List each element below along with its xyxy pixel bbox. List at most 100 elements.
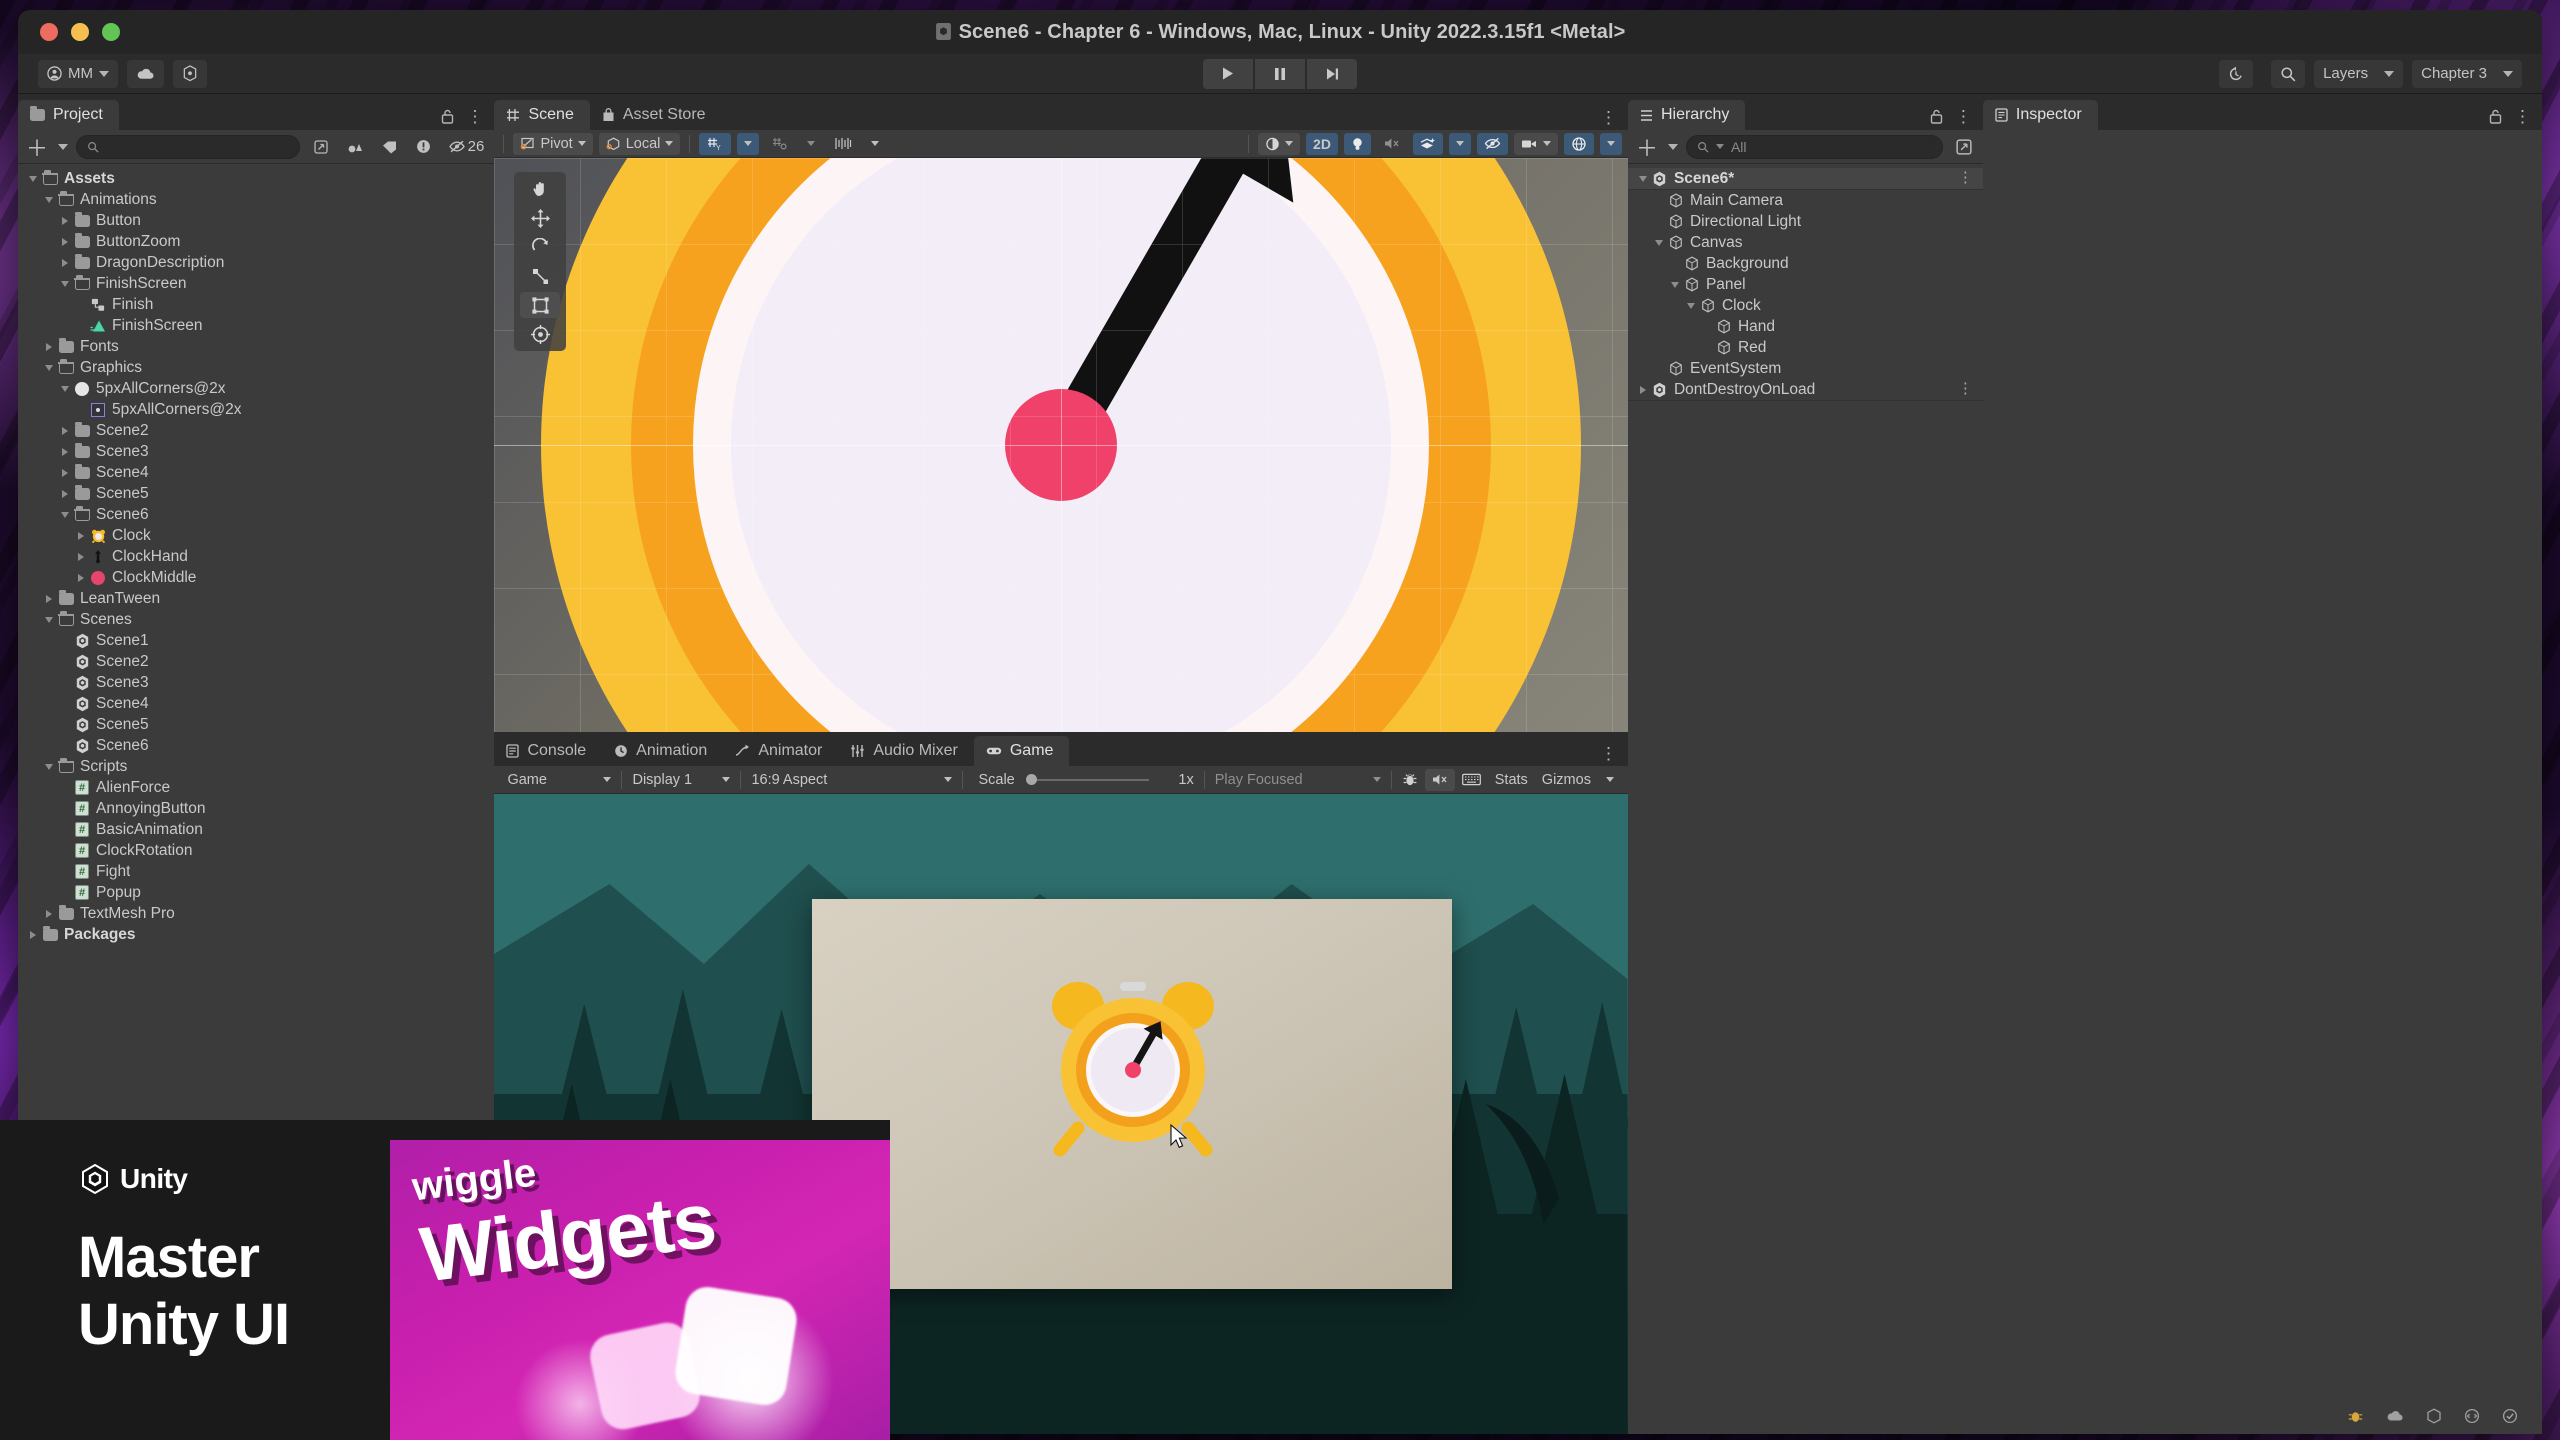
expand-window-icon[interactable] — [1951, 135, 1977, 159]
tree-row[interactable]: Scenes — [18, 609, 494, 630]
tree-row[interactable]: EventSystem — [1628, 358, 1983, 379]
tab-hierarchy[interactable]: Hierarchy — [1627, 100, 1746, 130]
tree-row[interactable]: Packages — [18, 924, 494, 945]
tree-row[interactable]: Scene1 — [18, 630, 494, 651]
account-button[interactable]: MM — [38, 59, 118, 88]
gizmos-toggle[interactable] — [1563, 132, 1594, 155]
tree-row[interactable]: Scene2 — [18, 420, 494, 441]
tree-row[interactable]: Red — [1628, 337, 1983, 358]
search-button[interactable] — [2271, 59, 2306, 88]
step-button[interactable] — [1307, 58, 1357, 89]
tree-row[interactable]: FinishScreen — [18, 315, 494, 336]
kebab-menu-icon[interactable]: ⋮ — [1600, 745, 1618, 762]
tree-row[interactable]: Clock — [1628, 295, 1983, 316]
gizmos-dropdown-game[interactable] — [1598, 769, 1622, 791]
chevron-right-icon[interactable] — [26, 930, 40, 939]
expand-window-icon[interactable] — [308, 135, 334, 159]
tree-row[interactable]: Directional Light — [1628, 211, 1983, 232]
game-target-dropdown[interactable]: Game — [500, 769, 618, 791]
tree-row[interactable]: # AlienForce — [18, 777, 494, 798]
chevron-down-icon[interactable] — [58, 385, 72, 392]
chevron-down-icon[interactable] — [42, 364, 56, 371]
aspect-dropdown[interactable]: 16:9 Aspect — [744, 769, 959, 791]
tree-row[interactable]: Animations — [18, 189, 494, 210]
bug-report-icon[interactable] — [2347, 1408, 2364, 1424]
chevron-down-icon[interactable] — [1652, 239, 1666, 246]
tree-row[interactable]: Scripts — [18, 756, 494, 777]
tree-row[interactable]: Scene4 — [18, 462, 494, 483]
chevron-right-icon[interactable] — [74, 552, 88, 561]
label-filter-icon[interactable] — [376, 135, 402, 159]
chevron-down-icon[interactable] — [42, 616, 56, 623]
tree-row[interactable]: Scene4 — [18, 693, 494, 714]
layout-dropdown[interactable]: Chapter 3 — [2412, 59, 2522, 88]
tree-row[interactable]: Assets — [18, 168, 494, 189]
tree-row[interactable]: Button — [18, 210, 494, 231]
layers-dropdown[interactable]: Layers — [2314, 59, 2404, 88]
tab-game[interactable]: Game — [973, 736, 1070, 766]
rect-tool-icon[interactable] — [520, 292, 561, 318]
hierarchy-add-button[interactable]: ＋ — [1634, 135, 1660, 161]
audio-mute-toggle[interactable] — [1377, 133, 1407, 155]
chevron-down-icon[interactable] — [58, 511, 72, 518]
tree-row[interactable]: Background — [1628, 253, 1983, 274]
pivot-dropdown[interactable]: Pivot — [513, 132, 593, 155]
kebab-menu-icon[interactable]: ⋮ — [2514, 108, 2532, 125]
tree-row[interactable]: DragonDescription — [18, 252, 494, 273]
kebab-menu-icon[interactable]: ⋮ — [1958, 382, 1973, 396]
display-dropdown[interactable]: Display 1 — [625, 769, 737, 791]
tree-row[interactable]: Scene6* ⋮ — [1627, 168, 1983, 189]
kebab-menu-icon[interactable]: ⋮ — [1958, 171, 1973, 185]
project-search-input[interactable] — [76, 134, 301, 159]
chevron-down-icon[interactable] — [58, 143, 68, 150]
tab-project[interactable]: Project — [18, 100, 119, 130]
tree-row[interactable]: Panel — [1628, 274, 1983, 295]
tree-row[interactable]: # Popup — [18, 882, 494, 903]
tree-row[interactable]: Scene3 — [18, 672, 494, 693]
tree-row[interactable]: TextMesh Pro — [18, 903, 494, 924]
tree-row[interactable]: Graphics — [18, 357, 494, 378]
chevron-down-icon[interactable] — [1668, 281, 1682, 288]
hierarchy-search-input[interactable]: All — [1685, 134, 1943, 159]
tree-row[interactable]: # BasicAnimation — [18, 819, 494, 840]
tree-row[interactable]: 5pxAllCorners@2x — [18, 378, 494, 399]
tab-audio-mixer[interactable]: Audio Mixer — [838, 736, 973, 766]
gizmos-dropdown[interactable] — [1599, 132, 1622, 155]
chevron-right-icon[interactable] — [42, 342, 56, 351]
window-traffic-lights[interactable] — [40, 23, 120, 41]
tree-row[interactable]: ClockHand — [18, 546, 494, 567]
chevron-down-icon[interactable] — [42, 196, 56, 203]
game-mute-toggle[interactable] — [1424, 768, 1455, 791]
lock-icon[interactable] — [441, 109, 454, 124]
shading-mode-button[interactable] — [1258, 132, 1301, 155]
tree-row[interactable]: Scene5 — [18, 483, 494, 504]
tab-scene[interactable]: Scene — [494, 100, 590, 130]
chevron-down-icon[interactable] — [42, 763, 56, 770]
chevron-right-icon[interactable] — [58, 489, 72, 498]
chevron-right-icon[interactable] — [74, 531, 88, 540]
tab-animator[interactable]: Animator — [723, 736, 838, 766]
check-status-icon[interactable] — [2502, 1408, 2518, 1424]
chevron-down-icon[interactable] — [1667, 143, 1678, 150]
kebab-menu-icon[interactable]: ⋮ — [1955, 108, 1973, 125]
effects-toggle[interactable] — [1412, 132, 1443, 155]
playmode-controls[interactable] — [1203, 58, 1357, 89]
tab-console[interactable]: Console — [494, 736, 602, 766]
effects-dropdown[interactable] — [1448, 132, 1471, 155]
undo-history-button[interactable] — [2219, 59, 2254, 88]
scene-camera-button[interactable] — [1513, 132, 1558, 155]
play-mode-dropdown[interactable]: Play Focused — [1208, 769, 1388, 791]
scene-view[interactable] — [494, 158, 1628, 732]
tree-row[interactable]: # AnnoyingButton — [18, 798, 494, 819]
code-optimization-icon[interactable] — [2464, 1408, 2480, 1424]
chevron-right-icon[interactable] — [74, 573, 88, 582]
minimize-window-button[interactable] — [71, 23, 89, 41]
grid-size-dropdown[interactable] — [865, 133, 885, 155]
chevron-down-icon[interactable] — [58, 280, 72, 287]
local-space-dropdown[interactable]: Local — [598, 132, 681, 155]
chevron-right-icon[interactable] — [42, 909, 56, 918]
tree-row[interactable]: Fonts — [18, 336, 494, 357]
warning-filter-icon[interactable] — [410, 135, 436, 159]
tab-asset-store[interactable]: Asset Store — [590, 100, 722, 130]
package-status-icon[interactable] — [2426, 1408, 2442, 1424]
